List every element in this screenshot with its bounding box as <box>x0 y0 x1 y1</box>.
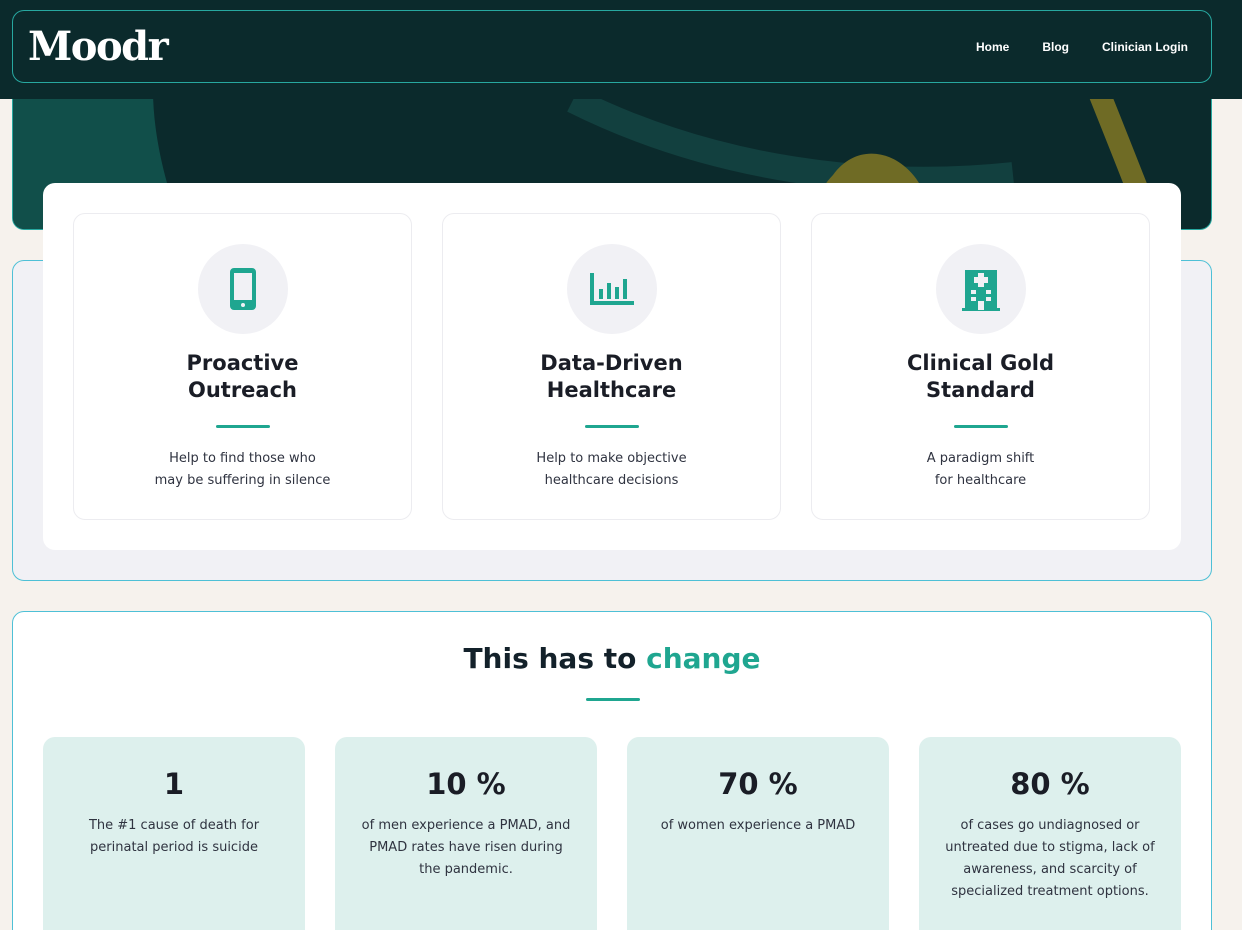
feature-description: Help to make objective healthcare decisi… <box>536 451 687 488</box>
nav-links: Home Blog Clinician Login <box>976 40 1188 54</box>
stat-card: 1 The #1 cause of death for perinatal pe… <box>43 737 305 930</box>
feature-card-proactive-outreach: Proactive Outreach Help to find those wh… <box>73 213 412 520</box>
stat-value: 70 % <box>718 767 798 801</box>
feature-title: Clinical Gold Standard <box>907 351 1054 402</box>
stats-section: This has to change 1 The #1 cause of dea… <box>12 611 1212 930</box>
stat-value: 10 % <box>426 767 506 801</box>
nav-clinician-login-link[interactable]: Clinician Login <box>1102 40 1188 54</box>
feature-description: Help to find those who may be suffering … <box>154 451 331 488</box>
nav-home-link[interactable]: Home <box>976 40 1009 54</box>
stat-description: The #1 cause of death for perinatal peri… <box>88 818 260 855</box>
features-panel: Proactive Outreach Help to find those wh… <box>43 183 1181 550</box>
feature-title: Data-Driven Healthcare <box>540 351 683 402</box>
stat-card: 80 % of cases go undiagnosed or untreate… <box>919 737 1181 930</box>
stats-heading: This has to change <box>13 642 1211 675</box>
logo[interactable]: Moodr <box>28 23 169 70</box>
feature-card-clinical-gold-standard: Clinical Gold Standard A paradigm shift … <box>811 213 1150 520</box>
stats-heading-underline <box>586 698 640 701</box>
stats-heading-prefix: This has to <box>463 642 637 675</box>
feature-card-data-driven-healthcare: Data-Driven Healthcare Help to make obje… <box>442 213 781 520</box>
title-underline <box>584 425 639 428</box>
title-underline <box>953 425 1008 428</box>
stat-description: of cases go undiagnosed or untreated due… <box>945 818 1155 899</box>
bar-chart-icon <box>566 244 657 334</box>
title-underline <box>215 425 270 428</box>
stat-card: 10 % of men experience a PMAD, and PMAD … <box>335 737 597 930</box>
hospital-icon <box>935 244 1026 334</box>
stat-description: of men experience a PMAD, and PMAD rates… <box>361 818 571 877</box>
stat-value: 80 % <box>1010 767 1090 801</box>
stats-heading-accent: change <box>646 642 761 675</box>
stat-value: 1 <box>163 767 185 801</box>
feature-title: Proactive Outreach <box>186 351 299 402</box>
feature-description: A paradigm shift for healthcare <box>926 451 1035 488</box>
stat-description: of women experience a PMAD <box>660 818 856 833</box>
navbar: Moodr Home Blog Clinician Login <box>12 10 1212 83</box>
top-bar: Moodr Home Blog Clinician Login <box>0 0 1242 99</box>
nav-blog-link[interactable]: Blog <box>1042 40 1069 54</box>
stat-card: 70 % of women experience a PMAD <box>627 737 889 930</box>
smartphone-icon <box>197 244 288 334</box>
